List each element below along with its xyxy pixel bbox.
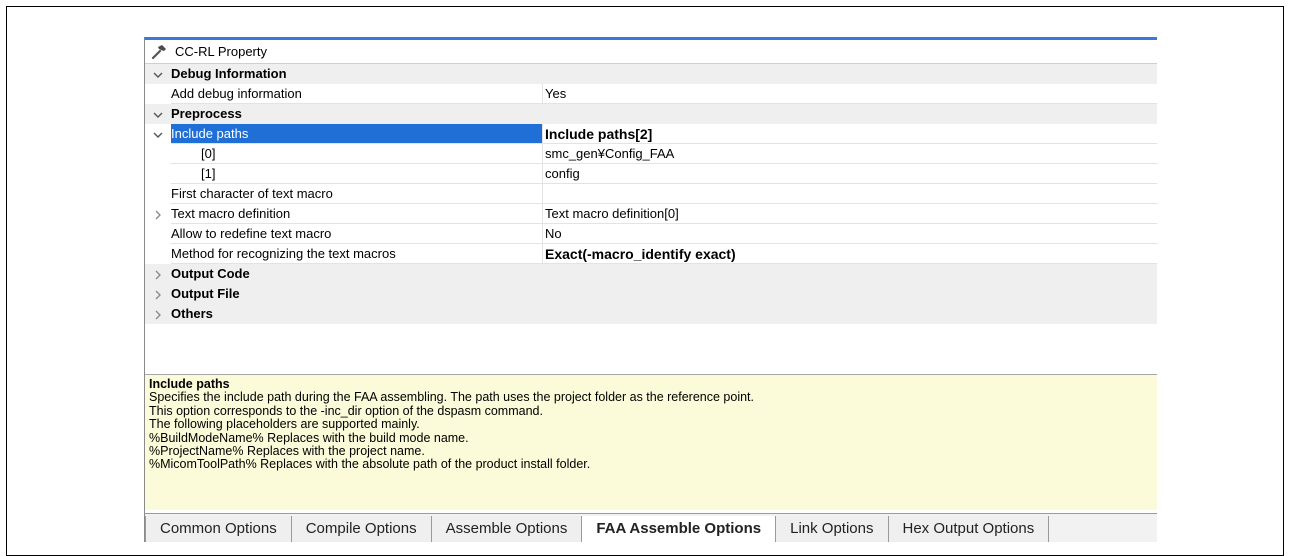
property-row[interactable]: First character of text macro: [145, 184, 1157, 204]
panel-titlebar: CC-RL Property: [145, 40, 1157, 64]
property-value[interactable]: Include paths[2]: [543, 124, 1157, 144]
property-name: [1]: [171, 164, 543, 184]
property-name: Method for recognizing the text macros: [171, 244, 543, 264]
category-row[interactable]: Output File: [145, 284, 1157, 304]
description-line: %ProjectName% Replaces with the project …: [149, 444, 425, 459]
row-indent: [145, 244, 171, 264]
tab-compile-options[interactable]: Compile Options: [291, 516, 432, 542]
description-text: Specifies the include path during the FA…: [149, 390, 1153, 472]
chevron-right-icon[interactable]: [145, 204, 171, 224]
property-value[interactable]: Yes: [543, 84, 1157, 104]
row-indent: [145, 84, 171, 104]
property-name: Preprocess: [171, 106, 242, 121]
property-row[interactable]: [1] config: [145, 164, 1157, 184]
hammer-icon: [151, 44, 166, 59]
description-line: %MicomToolPath% Replaces with the absolu…: [149, 457, 591, 472]
description-line: %BuildModeName% Replaces with the build …: [149, 430, 469, 445]
property-name: Include paths: [171, 124, 543, 144]
category-row[interactable]: Debug Information: [145, 64, 1157, 84]
description-line: This option corresponds to the -inc_dir …: [149, 403, 543, 418]
chevron-down-icon[interactable]: [145, 124, 171, 144]
description-line: Specifies the include path during the FA…: [149, 390, 755, 405]
option-tabs: Common Options Compile Options Assemble Op…: [145, 513, 1157, 542]
property-row[interactable]: Add debug information Yes: [145, 84, 1157, 104]
tab-faa-assemble-options[interactable]: FAA Assemble Options: [582, 516, 777, 542]
property-name: Allow to redefine text macro: [171, 224, 543, 244]
chevron-right-icon[interactable]: [145, 284, 171, 304]
chevron-right-icon[interactable]: [145, 304, 171, 324]
row-indent: [145, 164, 171, 184]
property-row[interactable]: Method for recognizing the text macros Ex…: [145, 244, 1157, 264]
property-value[interactable]: smc_gen¥Config_FAA: [543, 144, 1157, 164]
property-row[interactable]: Text macro definition Text macro definiti…: [145, 204, 1157, 224]
chevron-right-icon[interactable]: [145, 264, 171, 284]
property-value[interactable]: Exact(-macro_identify exact): [543, 244, 1157, 264]
property-name: Add debug information: [171, 84, 543, 104]
category-row[interactable]: Output Code: [145, 264, 1157, 284]
chevron-down-icon[interactable]: [145, 64, 171, 84]
tab-common-options[interactable]: Common Options: [145, 516, 292, 542]
tab-hex-output-options[interactable]: Hex Output Options: [888, 516, 1050, 542]
row-indent: [145, 144, 171, 164]
property-value[interactable]: [543, 184, 1157, 204]
panel-title: CC-RL Property: [175, 44, 267, 59]
description-pane: Include paths Specifies the include path…: [145, 374, 1157, 510]
property-grid: Debug Information Add debug information Ye…: [145, 64, 1157, 324]
property-row[interactable]: Include paths Include paths[2]: [145, 124, 1157, 144]
description-line: The following placeholders are supported…: [149, 417, 420, 432]
property-name: Output Code: [171, 266, 250, 281]
property-value[interactable]: config: [543, 164, 1157, 184]
property-name: Debug Information: [171, 66, 287, 81]
category-row[interactable]: Preprocess: [145, 104, 1157, 124]
property-name: First character of text macro: [171, 184, 543, 204]
row-indent: [145, 224, 171, 244]
property-row[interactable]: [0] smc_gen¥Config_FAA: [145, 144, 1157, 164]
chevron-down-icon[interactable]: [145, 104, 171, 124]
property-row[interactable]: Allow to redefine text macro No: [145, 224, 1157, 244]
property-value[interactable]: Text macro definition[0]: [543, 204, 1157, 224]
property-value[interactable]: No: [543, 224, 1157, 244]
row-indent: [145, 184, 171, 204]
property-name: Others: [171, 306, 213, 321]
tab-assemble-options[interactable]: Assemble Options: [431, 516, 583, 542]
property-panel: CC-RL Property Debug Information Add debu…: [144, 37, 1157, 542]
category-row[interactable]: Others: [145, 304, 1157, 324]
property-name: [0]: [171, 144, 543, 164]
property-name: Output File: [171, 286, 240, 301]
description-title: Include paths: [149, 377, 230, 391]
property-name: Text macro definition: [171, 204, 543, 224]
tab-link-options[interactable]: Link Options: [776, 516, 889, 542]
